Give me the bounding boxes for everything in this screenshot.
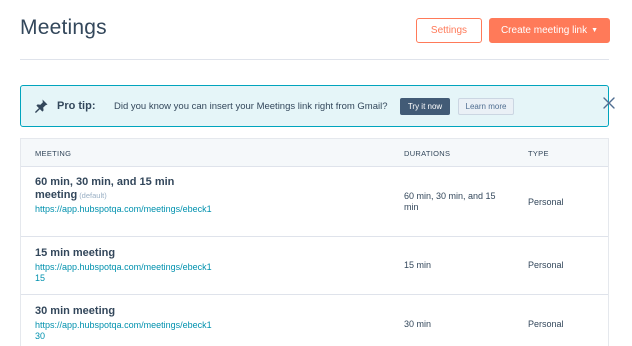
- default-tag: (default): [79, 191, 107, 200]
- meeting-name[interactable]: 15 min meeting: [35, 247, 220, 260]
- meeting-link[interactable]: https://app.hubspotqa.com/meetings/ebeck…: [35, 320, 215, 342]
- table-row: 30 min meeting https://app.hubspotqa.com…: [21, 295, 608, 346]
- settings-button[interactable]: Settings: [416, 18, 482, 43]
- column-header-durations[interactable]: DURATIONS: [404, 149, 450, 158]
- meeting-link[interactable]: https://app.hubspotqa.com/meetings/ebeck…: [35, 204, 215, 215]
- caret-down-icon: ▼: [591, 27, 599, 34]
- pro-tip-label: Pro tip:: [57, 100, 96, 112]
- meeting-link[interactable]: https://app.hubspotqa.com/meetings/ebeck…: [35, 262, 215, 284]
- meeting-type: Personal: [528, 319, 564, 329]
- close-icon[interactable]: [602, 96, 616, 110]
- column-header-meeting[interactable]: MEETING: [35, 149, 71, 158]
- table-row: 60 min, 30 min, and 15 min meeting (defau…: [21, 167, 608, 237]
- meeting-type: Personal: [528, 260, 564, 270]
- header-divider: [20, 59, 609, 60]
- table-row: 15 min meeting https://app.hubspotqa.com…: [21, 237, 608, 295]
- meeting-durations: 60 min, 30 min, and 15 min: [404, 191, 496, 212]
- pro-tip-text: Did you know you can insert your Meeting…: [114, 101, 388, 112]
- meeting-name[interactable]: 60 min, 30 min, and 15 min meeting (defau…: [35, 176, 220, 202]
- meeting-type: Personal: [528, 197, 564, 207]
- create-meeting-link-button[interactable]: Create meeting link ▼: [489, 18, 610, 43]
- table-header: MEETING DURATIONS TYPE: [21, 139, 608, 167]
- learn-more-button[interactable]: Learn more: [458, 98, 514, 115]
- try-it-now-button[interactable]: Try it now: [400, 98, 450, 115]
- page-title: Meetings: [20, 16, 107, 39]
- column-header-type[interactable]: TYPE: [528, 149, 549, 158]
- meeting-durations: 30 min: [404, 319, 432, 329]
- meetings-table: MEETING DURATIONS TYPE 60 min, 30 min, a…: [20, 138, 609, 346]
- pin-icon: [35, 99, 48, 113]
- pro-tip-banner: Pro tip: Did you know you can insert you…: [20, 85, 615, 127]
- meeting-name[interactable]: 30 min meeting: [35, 305, 220, 318]
- create-meeting-link-label: Create meeting link: [500, 25, 588, 36]
- meeting-durations: 15 min: [404, 260, 432, 270]
